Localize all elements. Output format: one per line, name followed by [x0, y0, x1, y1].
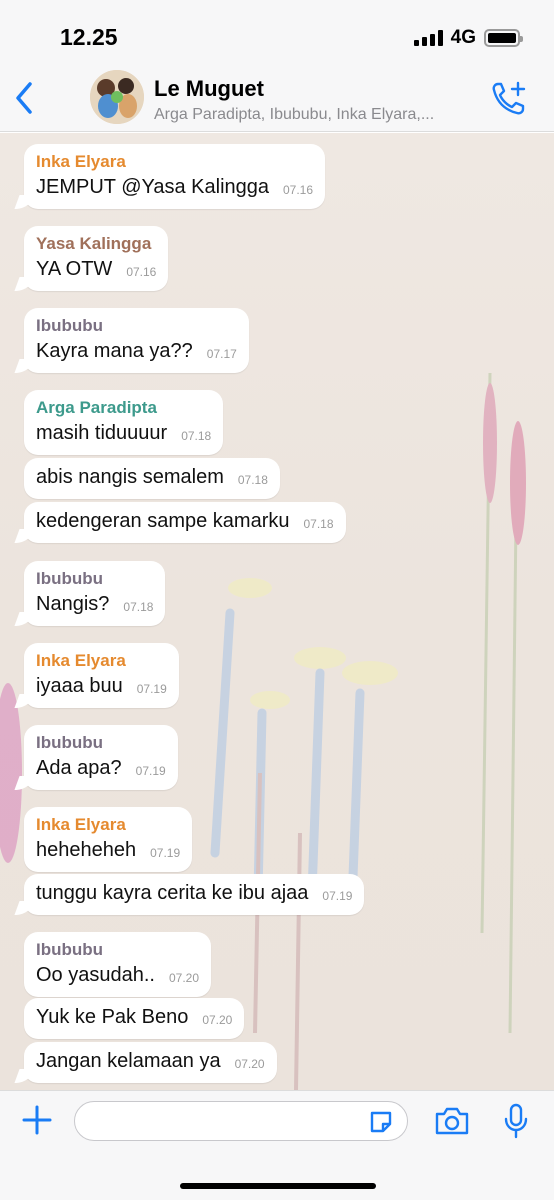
message-text: iyaaa buu — [36, 675, 123, 697]
message-bubble[interactable]: Yasa Kalingga YA OTW 07.16 — [24, 226, 169, 291]
message-bubble[interactable]: Ibububu Ada apa? 07.19 — [24, 725, 178, 790]
plus-icon[interactable] — [22, 1105, 52, 1135]
message-bubble[interactable]: Ibububu Nangis? 07.18 — [24, 561, 166, 626]
message-time: 07.16 — [126, 265, 157, 279]
chevron-left-icon[interactable] — [10, 78, 40, 118]
message-text: abis nangis semalem — [36, 466, 224, 488]
battery-icon — [484, 29, 523, 47]
message-text: kedengeran sampe kamarku — [36, 510, 290, 532]
message-bubble[interactable]: Inka Elyara iyaaa buu 07.19 — [24, 643, 179, 708]
message-bubble[interactable]: Ibububu Oo yasudah.. 07.20 — [24, 932, 211, 997]
message-text: tunggu kayra cerita ke ibu ajaa — [36, 882, 309, 904]
input-bar — [0, 1090, 554, 1200]
message-sender: Inka Elyara — [36, 152, 126, 171]
network-type: 4G — [450, 27, 476, 48]
message-time: 07.19 — [136, 682, 167, 696]
message-bubble[interactable]: Yuk ke Pak Beno 07.20 — [24, 998, 245, 1039]
message-bubble[interactable]: Ibububu Kayra mana ya?? 07.17 — [24, 308, 249, 373]
message-text: JEMPUT @Yasa Kalingga — [36, 176, 269, 198]
message-bubble[interactable]: Inka Elyara JEMPUT @Yasa Kalingga 07.16 — [24, 144, 326, 209]
message-text: Jangan kelamaan ya — [36, 1050, 221, 1072]
message-time: 07.18 — [181, 429, 212, 443]
message-time: 07.19 — [135, 764, 166, 778]
camera-icon[interactable] — [434, 1106, 470, 1136]
message-bubble[interactable]: tunggu kayra cerita ke ibu ajaa 07.19 — [24, 874, 365, 915]
message-text: heheheheh — [36, 839, 137, 861]
chat-area[interactable]: Inka Elyara JEMPUT @Yasa Kalingga 07.16 Y… — [0, 133, 554, 1090]
message-text: Kayra mana ya?? — [36, 340, 193, 362]
message-text: YA OTW — [36, 258, 113, 280]
status-time: 12.25 — [60, 24, 118, 50]
message-time: 07.19 — [322, 889, 353, 903]
message-text: Ada apa? — [36, 757, 122, 779]
status-bar: 12.25 4G — [0, 0, 554, 62]
message-text: Yuk ke Pak Beno — [36, 1006, 189, 1028]
message-time: 07.20 — [168, 971, 199, 985]
home-indicator[interactable] — [180, 1183, 376, 1189]
chat-members[interactable]: Arga Paradipta, Ibububu, Inka Elyara,... — [154, 106, 484, 124]
message-sender: Ibububu — [36, 733, 104, 752]
message-time: 07.20 — [202, 1013, 233, 1027]
group-avatar[interactable] — [90, 70, 144, 124]
add-call-icon[interactable] — [490, 80, 528, 116]
message-input[interactable] — [74, 1101, 408, 1141]
message-bubble[interactable]: kedengeran sampe kamarku 07.18 — [24, 502, 346, 543]
message-bubble[interactable]: Jangan kelamaan ya 07.20 — [24, 1042, 277, 1083]
message-text: Oo yasudah.. — [36, 964, 155, 986]
message-time: 07.17 — [206, 347, 237, 361]
message-time: 07.18 — [123, 600, 154, 614]
message-sender: Ibububu — [36, 316, 104, 335]
chat-header: Le Muguet Arga Paradipta, Ibububu, Inka … — [0, 62, 554, 132]
message-sender: Ibububu — [36, 569, 104, 588]
message-sender: Ibububu — [36, 940, 104, 959]
message-bubble[interactable]: abis nangis semalem 07.18 — [24, 458, 280, 499]
message-time: 07.18 — [237, 473, 268, 487]
message-sender: Inka Elyara — [36, 651, 126, 670]
message-time: 07.18 — [303, 517, 334, 531]
message-text: masih tiduuuur — [36, 422, 168, 444]
message-time: 07.20 — [234, 1057, 265, 1071]
microphone-icon[interactable] — [504, 1103, 528, 1139]
message-sender: Yasa Kalingga — [36, 234, 152, 253]
chat-title[interactable]: Le Muguet — [154, 76, 264, 102]
message-time: 07.16 — [283, 183, 314, 197]
message-time: 07.19 — [150, 846, 181, 860]
message-text: Nangis? — [36, 593, 110, 615]
message-sender: Inka Elyara — [36, 815, 126, 834]
sticker-icon[interactable] — [368, 1109, 394, 1135]
message-bubble[interactable]: Arga Paradipta masih tiduuuur 07.18 — [24, 390, 224, 455]
status-indicators: 4G — [413, 27, 523, 49]
message-bubble[interactable]: Inka Elyara heheheheh 07.19 — [24, 807, 193, 872]
signal-icon — [413, 30, 443, 46]
message-sender: Arga Paradipta — [36, 398, 157, 417]
